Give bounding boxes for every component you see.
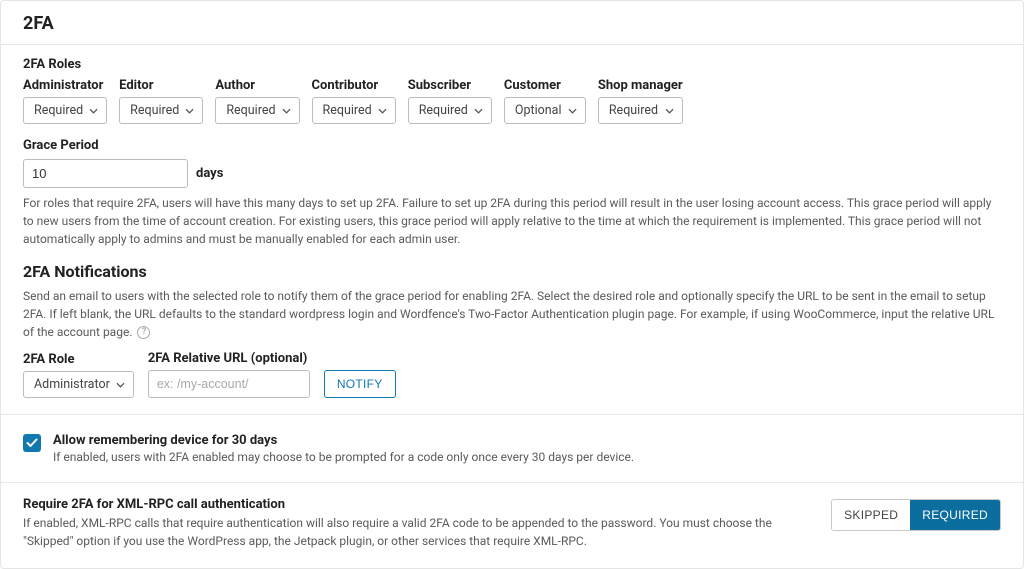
role-label: Administrator [23, 78, 107, 93]
page-header: 2FA [1, 1, 1023, 45]
xmlrpc-desc: If enabled, XML-RPC calls that require a… [23, 514, 813, 550]
page-title: 2FA [23, 13, 1001, 34]
role-contributor: Contributor Required [312, 78, 396, 124]
chevron-down-icon [378, 108, 387, 114]
role-select-editor[interactable]: Required [119, 97, 203, 124]
roles-row: Administrator Required Editor Required A… [23, 78, 1001, 124]
notif-role-label: 2FA Role [23, 352, 134, 367]
remember-device-checkbox[interactable] [23, 434, 41, 452]
chevron-down-icon [568, 108, 577, 114]
role-label: Subscriber [408, 78, 492, 93]
role-label: Customer [504, 78, 586, 93]
role-select-value: Required [34, 103, 83, 118]
role-label: Shop manager [598, 78, 683, 93]
remember-device-desc: If enabled, users with 2FA enabled may c… [53, 450, 634, 464]
role-label: Author [215, 78, 299, 93]
role-select-author[interactable]: Required [215, 97, 299, 124]
role-customer: Customer Optional [504, 78, 586, 124]
role-select-value: Required [419, 103, 468, 118]
role-select-customer[interactable]: Optional [504, 97, 586, 124]
role-author: Author Required [215, 78, 299, 124]
xmlrpc-title: Require 2FA for XML-RPC call authenticat… [23, 497, 813, 512]
remember-device-text: Allow remembering device for 30 days If … [53, 433, 634, 464]
role-select-administrator[interactable]: Required [23, 97, 107, 124]
help-icon[interactable]: ? [137, 326, 150, 339]
xmlrpc-row: Require 2FA for XML-RPC call authenticat… [1, 483, 1023, 568]
role-select-subscriber[interactable]: Required [408, 97, 492, 124]
grace-heading: Grace Period [23, 138, 1001, 153]
notif-url-input[interactable] [148, 370, 310, 398]
role-label: Editor [119, 78, 203, 93]
notifications-heading: 2FA Notifications [23, 262, 1001, 281]
remember-device-row: Allow remembering device for 30 days If … [1, 415, 1023, 482]
chevron-down-icon [474, 108, 483, 114]
role-label: Contributor [312, 78, 396, 93]
role-select-value: Optional [515, 103, 562, 118]
role-administrator: Administrator Required [23, 78, 107, 124]
role-select-value: Required [323, 103, 372, 118]
xmlrpc-text: Require 2FA for XML-RPC call authenticat… [23, 497, 813, 550]
xmlrpc-toggle: SKIPPED REQUIRED [831, 499, 1001, 531]
notif-role-value: Administrator [34, 377, 110, 392]
notifications-help-content: Send an email to users with the selected… [23, 289, 994, 339]
notif-url-label: 2FA Relative URL (optional) [148, 351, 310, 366]
chevron-down-icon [116, 382, 125, 388]
grace-period-input[interactable] [23, 159, 188, 188]
role-shop-manager: Shop manager Required [598, 78, 683, 124]
roles-heading: 2FA Roles [23, 57, 1001, 72]
2fa-settings-panel: 2FA 2FA Roles Administrator Required Edi… [0, 0, 1024, 569]
role-select-value: Required [609, 103, 658, 118]
chevron-down-icon [185, 108, 194, 114]
grace-unit-label: days [196, 166, 223, 181]
roles-section: 2FA Roles Administrator Required Editor … [1, 45, 1023, 414]
grace-period-block: Grace Period days For roles that require… [23, 138, 1001, 248]
notifications-controls: 2FA Role Administrator 2FA Relative URL … [23, 351, 1001, 398]
role-select-shop-manager[interactable]: Required [598, 97, 683, 124]
grace-help-text: For roles that require 2FA, users will h… [23, 194, 1001, 248]
chevron-down-icon [665, 108, 674, 114]
role-select-value: Required [130, 103, 179, 118]
role-select-value: Required [226, 103, 275, 118]
role-select-contributor[interactable]: Required [312, 97, 396, 124]
notif-url-col: 2FA Relative URL (optional) [148, 351, 310, 398]
role-editor: Editor Required [119, 78, 203, 124]
notify-button[interactable]: NOTIFY [324, 370, 396, 398]
notif-role-select[interactable]: Administrator [23, 371, 134, 398]
remember-device-title: Allow remembering device for 30 days [53, 433, 634, 448]
role-subscriber: Subscriber Required [408, 78, 492, 124]
notif-role-col: 2FA Role Administrator [23, 352, 134, 398]
chevron-down-icon [89, 108, 98, 114]
chevron-down-icon [282, 108, 291, 114]
xmlrpc-required-button[interactable]: REQUIRED [910, 500, 1000, 530]
xmlrpc-skipped-button[interactable]: SKIPPED [832, 500, 910, 530]
notifications-help-text: Send an email to users with the selected… [23, 287, 1001, 341]
